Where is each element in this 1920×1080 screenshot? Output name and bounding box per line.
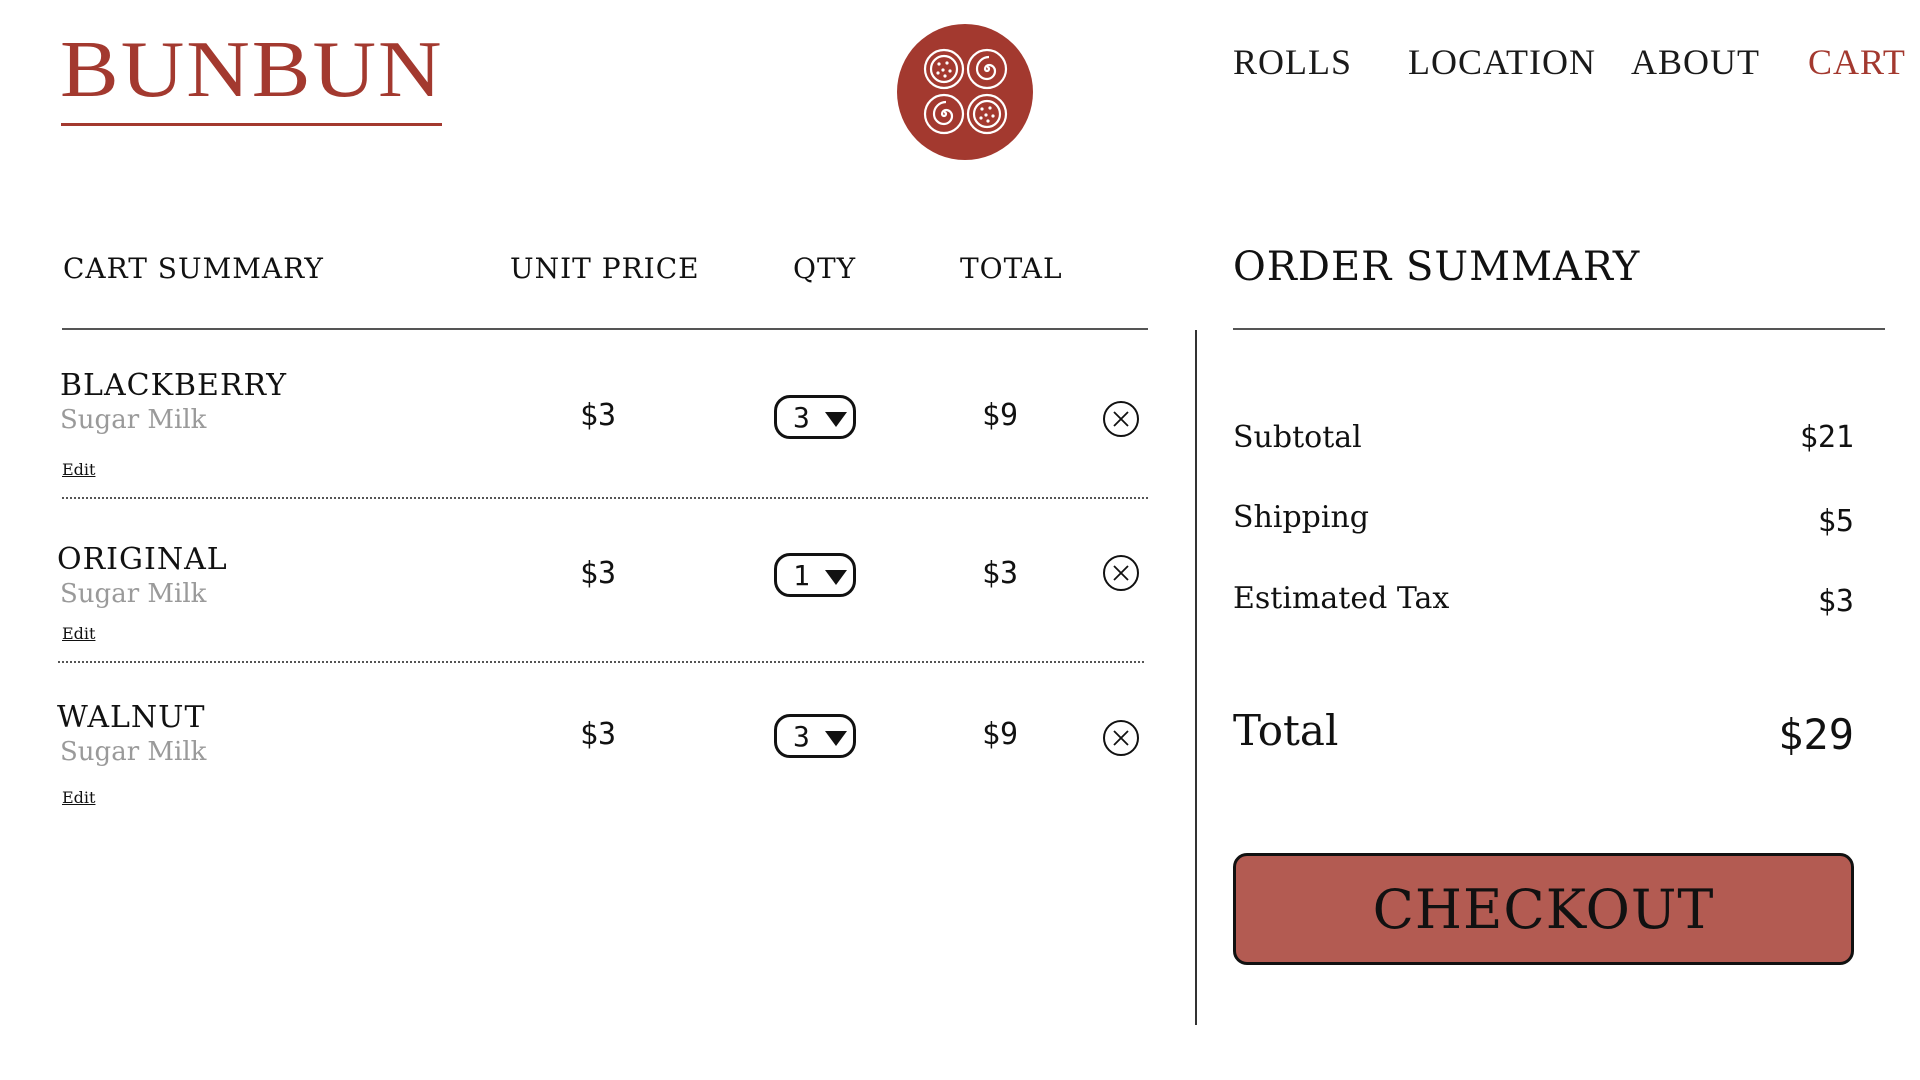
qty-heading: QTY [793,252,857,285]
quantity-value: 1 [793,559,810,592]
caret-down-icon [825,412,847,427]
quantity-select[interactable]: 3 [774,714,856,758]
item-name: BLACKBERRY [60,368,288,403]
unit-price: $3 [580,717,617,752]
item-divider [58,661,1144,663]
quantity-value: 3 [793,720,810,753]
quantity-select[interactable]: 1 [774,553,856,597]
quantity-value: 3 [793,401,810,434]
item-name: ORIGINAL [57,542,228,577]
logo-underline [61,123,442,126]
section-divider [1195,330,1197,1025]
total-heading: TOTAL [960,252,1063,285]
line-total: $3 [982,556,1019,591]
subtotal-label: Subtotal [1233,420,1362,455]
nav-cart[interactable]: CART [1808,40,1906,84]
cart-page: BUNBUN ROLLS LOCATION ABOUT CART CART SU… [0,0,1920,1080]
nav-about[interactable]: ABOUT [1631,40,1760,84]
close-circle-icon[interactable] [1102,719,1140,757]
item-glaze: Sugar Milk [60,579,207,609]
item-glaze: Sugar Milk [60,405,207,435]
line-total: $9 [982,717,1019,752]
caret-down-icon [825,570,847,585]
item-divider [62,497,1148,499]
quantity-select[interactable]: 3 [774,395,856,439]
caret-down-icon [825,731,847,746]
edit-link[interactable]: Edit [62,788,95,807]
shipping-label: Shipping [1233,500,1369,535]
close-circle-icon[interactable] [1102,554,1140,592]
cart-header-divider [62,328,1148,330]
unit-price: $3 [580,398,617,433]
nav-rolls[interactable]: ROLLS [1233,40,1352,84]
unit-price: $3 [580,556,617,591]
edit-link[interactable]: Edit [62,624,95,643]
subtotal-value: $21 [1799,420,1854,455]
cinnamon-roll-emblem-icon[interactable] [897,24,1033,160]
unit-price-heading: UNIT PRICE [510,252,700,285]
line-total: $9 [982,398,1019,433]
tax-label: Estimated Tax [1233,581,1450,616]
nav-location[interactable]: LOCATION [1408,40,1596,84]
edit-link[interactable]: Edit [62,460,95,479]
order-summary-heading: ORDER SUMMARY [1233,244,1641,290]
order-header-divider [1233,328,1885,330]
item-glaze: Sugar Milk [60,737,207,767]
checkout-button[interactable]: CHECKOUT [1233,853,1854,965]
cart-summary-heading: CART SUMMARY [63,252,324,285]
total-value: $29 [1778,710,1854,759]
tax-value: $3 [1817,584,1854,619]
close-circle-icon[interactable] [1102,400,1140,438]
item-name: WALNUT [57,700,206,735]
total-label: Total [1233,706,1339,755]
brand-logo[interactable]: BUNBUN [60,30,444,111]
shipping-value: $5 [1817,504,1854,539]
